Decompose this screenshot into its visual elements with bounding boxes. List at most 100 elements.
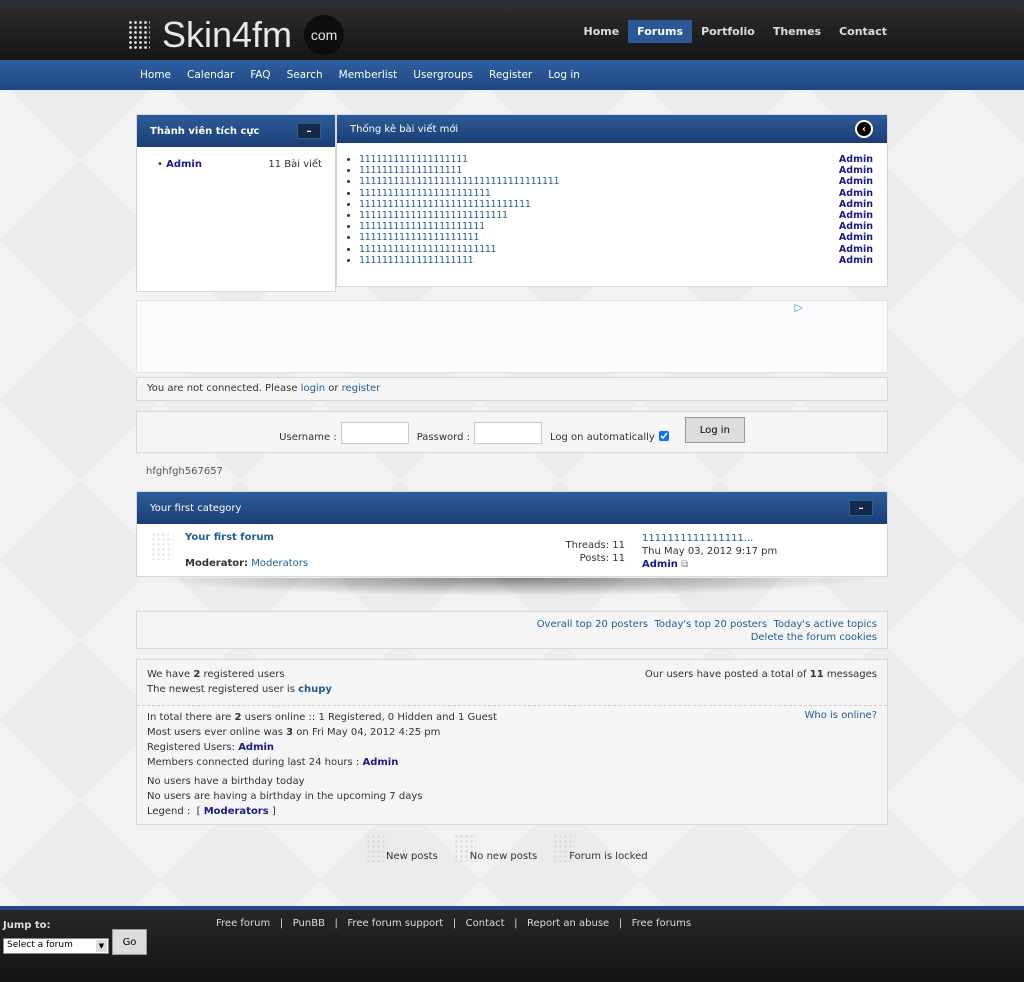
separator: | bbox=[609, 918, 632, 929]
notice-text: You are not connected. Please bbox=[147, 383, 301, 394]
list-item: 11111111111111111111111111111111111 Admin bbox=[359, 176, 873, 187]
newest-user-link[interactable]: chupy bbox=[298, 684, 332, 695]
post-link[interactable]: 11111111111111111111111111 bbox=[359, 210, 508, 221]
top-nav-portfolio[interactable]: Portfolio bbox=[692, 20, 764, 43]
last-post-author[interactable]: Admin bbox=[642, 559, 678, 570]
threads-count: Threads: 11 bbox=[565, 540, 625, 551]
icon-legend: New posts No new posts Forum is locked bbox=[366, 834, 648, 862]
delete-cookies-link[interactable]: Delete the forum cookies bbox=[751, 632, 877, 643]
post-link[interactable]: 11111111111111111111111 bbox=[359, 188, 491, 199]
nav-register[interactable]: Register bbox=[481, 69, 540, 81]
login-link[interactable]: login bbox=[301, 383, 325, 394]
top-nav-home[interactable]: Home bbox=[574, 20, 628, 43]
connected-user-link[interactable]: Admin bbox=[362, 757, 398, 768]
quick-links: Overall top 20 posters Today's top 20 po… bbox=[136, 611, 888, 649]
last-post-date: Thu May 03, 2012 9:17 pm bbox=[642, 546, 778, 557]
collapse-button[interactable]: – bbox=[849, 500, 873, 516]
chevron-left-icon[interactable]: ‹ bbox=[855, 120, 873, 138]
footer-link[interactable]: PunBB bbox=[293, 918, 325, 929]
list-item: 11111111111111111111111 Admin bbox=[359, 188, 873, 199]
widget-title: Thống kê bài viết mới bbox=[350, 123, 459, 135]
category-block: Your first category – Your first forum Mo… bbox=[136, 491, 888, 577]
post-link[interactable]: 111111111111111111111111111111 bbox=[359, 199, 531, 210]
category-title: Your first category bbox=[150, 502, 242, 514]
post-link[interactable]: 1111111111111111111 bbox=[359, 154, 468, 165]
last-post-link[interactable]: 1111111111111111... bbox=[642, 533, 753, 544]
separator: | bbox=[324, 918, 348, 929]
post-author[interactable]: Admin bbox=[839, 165, 873, 176]
top-posters-link[interactable]: Overall top 20 posters bbox=[537, 619, 648, 630]
username-label: Username : bbox=[279, 432, 337, 443]
password-input[interactable] bbox=[473, 422, 542, 444]
nav-faq[interactable]: FAQ bbox=[242, 69, 278, 81]
separator: | bbox=[504, 918, 528, 929]
chevron-down-icon: ▼ bbox=[96, 940, 107, 952]
auto-login-checkbox[interactable] bbox=[658, 431, 669, 441]
separator: | bbox=[443, 918, 466, 929]
post-link[interactable]: 111111111111111111 bbox=[359, 165, 462, 176]
registered-user-link[interactable]: Admin bbox=[238, 742, 274, 753]
footer: Jump to: Select a forum ▼ Go Free forum |… bbox=[0, 906, 1024, 982]
forum-link[interactable]: Your first forum bbox=[185, 532, 274, 543]
nav-memberlist[interactable]: Memberlist bbox=[331, 69, 406, 81]
brand-name: Skin4fm bbox=[162, 14, 293, 55]
go-button[interactable]: Go bbox=[112, 929, 147, 955]
ad-banner[interactable]: ▷ bbox=[136, 300, 888, 373]
nav-login[interactable]: Log in bbox=[540, 69, 588, 81]
post-author[interactable]: Admin bbox=[839, 221, 873, 232]
connection-notice: You are not connected. Please login or r… bbox=[136, 377, 888, 401]
footer-link[interactable]: Report an abuse bbox=[527, 918, 609, 929]
list-item: 111111111111111111111 Admin bbox=[359, 232, 873, 243]
post-author[interactable]: Admin bbox=[839, 255, 873, 266]
post-link[interactable]: 111111111111111111111111 bbox=[359, 244, 496, 255]
active-topics-link[interactable]: Today's active topics bbox=[773, 619, 877, 630]
ad-choices-icon[interactable]: ▷ bbox=[795, 301, 803, 314]
top-nav-contact[interactable]: Contact bbox=[830, 20, 896, 43]
list-item: • Admin 11 Bài viết bbox=[157, 159, 322, 170]
logo[interactable]: Skin4fm com bbox=[128, 14, 345, 56]
moderator-link[interactable]: Moderators bbox=[251, 558, 308, 569]
footer-link[interactable]: Free forum bbox=[216, 918, 270, 929]
post-author[interactable]: Admin bbox=[839, 210, 873, 221]
shadow bbox=[150, 578, 874, 596]
moderator-label: Moderator: bbox=[185, 558, 249, 569]
nav-calendar[interactable]: Calendar bbox=[179, 69, 242, 81]
nav-home[interactable]: Home bbox=[132, 69, 179, 81]
today-top-posters-link[interactable]: Today's top 20 posters bbox=[655, 619, 768, 630]
member-link[interactable]: Admin bbox=[166, 159, 202, 170]
login-form: Username : Password : Log on automatical… bbox=[136, 411, 888, 453]
list-item: 1111111111111111111 Admin bbox=[359, 154, 873, 165]
register-link[interactable]: register bbox=[342, 383, 381, 394]
login-button[interactable]: Log in bbox=[684, 417, 745, 443]
top-nav-forums[interactable]: Forums bbox=[628, 20, 693, 43]
footer-link[interactable]: Free forums bbox=[632, 918, 691, 929]
forum-select[interactable]: Select a forum ▼ bbox=[3, 938, 109, 954]
who-is-online-link[interactable]: Who is online? bbox=[805, 710, 878, 721]
post-link[interactable]: 11111111111111111111111111111111111 bbox=[359, 176, 559, 187]
top-nav-themes[interactable]: Themes bbox=[764, 20, 830, 43]
legend-moderators-link[interactable]: Moderators bbox=[204, 806, 269, 817]
post-author[interactable]: Admin bbox=[839, 176, 873, 187]
username-input[interactable] bbox=[340, 422, 409, 444]
top-nav: Home Forums Portfolio Themes Contact bbox=[574, 20, 896, 43]
list-item: 111111111111111111 Admin bbox=[359, 165, 873, 176]
post-link[interactable]: 1111111111111111111111 bbox=[359, 221, 485, 232]
separator: | bbox=[270, 918, 293, 929]
footer-link[interactable]: Free forum support bbox=[347, 918, 443, 929]
post-author[interactable]: Admin bbox=[839, 154, 873, 165]
footer-link[interactable]: Contact bbox=[466, 918, 505, 929]
post-author[interactable]: Admin bbox=[839, 232, 873, 243]
nav-search[interactable]: Search bbox=[279, 69, 331, 81]
list-item: 1111111111111111111111 Admin bbox=[359, 221, 873, 232]
go-to-post-icon[interactable]: ⧉ bbox=[681, 559, 688, 570]
post-link[interactable]: 111111111111111111111 bbox=[359, 232, 479, 243]
post-author[interactable]: Admin bbox=[839, 188, 873, 199]
post-author[interactable]: Admin bbox=[839, 199, 873, 210]
jump-label: Jump to: bbox=[3, 920, 51, 931]
nav-usergroups[interactable]: Usergroups bbox=[405, 69, 481, 81]
main-nav: Home Calendar FAQ Search Memberlist User… bbox=[0, 60, 1024, 90]
post-author[interactable]: Admin bbox=[839, 244, 873, 255]
recent-posts-widget: Thống kê bài viết mới ‹ 11111111111111111… bbox=[336, 114, 888, 287]
collapse-button[interactable]: – bbox=[297, 123, 321, 139]
post-link[interactable]: 11111111111111111111 bbox=[359, 255, 473, 266]
